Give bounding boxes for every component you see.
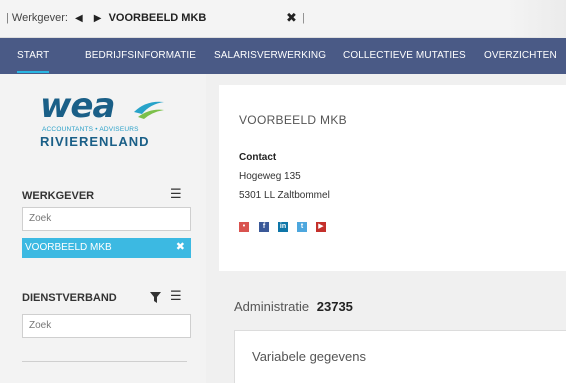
werkgever-search-input[interactable]: Zoek — [22, 207, 191, 231]
werkgever-heading: WERKGEVER — [22, 190, 95, 202]
nav-overzichten[interactable]: OVERZICHTEN — [484, 50, 557, 61]
prev-arrow-icon[interactable]: ◀ — [75, 13, 83, 24]
selected-employer[interactable]: VOORBEELD MKB ✖ — [22, 238, 191, 258]
dienstverband-heading: DIENSTVERBAND — [22, 292, 117, 304]
top-bar: | Werkgever: ◀ ▶ VOORBEELD MKB ✖ | — [0, 0, 566, 38]
main-nav: START BEDRIJFSINFORMATIE SALARISVERWERKI… — [0, 38, 566, 74]
separator: | — [6, 12, 9, 24]
dienstverband-search-input[interactable]: Zoek — [22, 314, 191, 338]
company-logo: wea ACCOUNTANTS • ADVISEURS RIVIERENLAND — [40, 88, 170, 154]
nav-bedrijfsinformatie[interactable]: BEDRIJFSINFORMATIE — [85, 50, 196, 61]
fade-overlay — [506, 0, 566, 38]
close-employer-button[interactable]: ✖ — [286, 10, 297, 26]
company-name: VOORBEELD MKB — [239, 113, 347, 127]
administratie-number: 23735 — [316, 299, 353, 314]
variabele-gegevens-title: Variabele gegevens — [252, 349, 366, 364]
company-card: VOORBEELD MKB Contact Hogeweg 135 5301 L… — [219, 85, 566, 271]
youtube-icon[interactable]: ▶ — [316, 222, 326, 232]
map-pin-icon[interactable]: • — [239, 222, 249, 232]
variabele-gegevens-card: Variabele gegevens — [234, 330, 566, 383]
current-employer: VOORBEELD MKB — [108, 12, 207, 24]
remove-icon[interactable]: ✖ — [176, 240, 185, 253]
employer-label: Werkgever: — [11, 12, 68, 24]
selected-employer-label: VOORBEELD MKB — [25, 242, 112, 253]
address-line-1: Hogeweg 135 — [239, 171, 301, 182]
nav-collectieve-mutaties[interactable]: COLLECTIEVE MUTATIES — [343, 50, 466, 61]
nav-start[interactable]: START — [17, 50, 50, 73]
sidebar: wea ACCOUNTANTS • ADVISEURS RIVIERENLAND… — [0, 74, 206, 383]
divider — [22, 361, 187, 362]
employer-switcher: | Werkgever: ◀ ▶ VOORBEELD MKB — [6, 12, 206, 24]
nav-salarisverwerking[interactable]: SALARISVERWERKING — [214, 50, 326, 61]
address-line-2: 5301 LL Zaltbommel — [239, 190, 330, 201]
linkedin-icon[interactable]: in — [278, 222, 288, 232]
logo-brand: RIVIERENLAND — [40, 134, 150, 149]
list-icon[interactable]: ☰ — [170, 186, 182, 202]
logo-subtitle: ACCOUNTANTS • ADVISEURS — [42, 126, 139, 133]
administratie-label: Administratie — [234, 299, 310, 314]
list-icon[interactable]: ☰ — [170, 288, 182, 304]
next-arrow-icon[interactable]: ▶ — [94, 13, 102, 24]
facebook-icon[interactable]: f — [259, 222, 269, 232]
twitter-icon[interactable]: t — [297, 222, 307, 232]
logo-swoosh-icon — [134, 101, 164, 119]
administratie-row: Administratie 23735 — [234, 299, 353, 314]
logo-mark: wea — [40, 86, 115, 126]
separator: | — [302, 12, 305, 24]
filter-icon[interactable] — [150, 292, 161, 303]
contact-label: Contact — [239, 152, 277, 163]
